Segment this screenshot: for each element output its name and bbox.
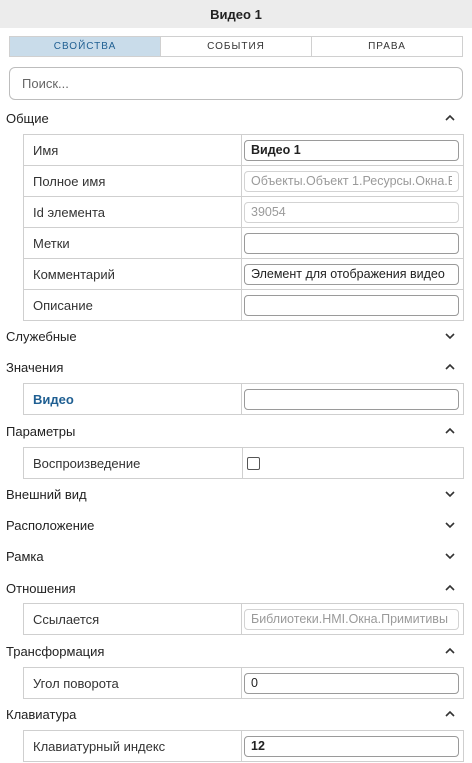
key-index-field[interactable] — [244, 735, 459, 757]
tab-rights[interactable]: ПРАВА — [312, 37, 462, 56]
search-input[interactable] — [9, 67, 463, 100]
section-parameters[interactable]: Параметры — [0, 419, 472, 443]
property-label: Id элемента — [24, 197, 242, 227]
element-id-field[interactable] — [244, 201, 459, 223]
comment-field[interactable] — [244, 263, 459, 285]
chevron-up-icon[interactable] — [444, 582, 456, 594]
property-row: Воспроизведение — [24, 448, 463, 479]
playback-checkbox[interactable] — [247, 456, 260, 470]
property-label: Описание — [24, 290, 242, 320]
property-row: Описание — [24, 290, 463, 321]
property-label: Ссылается — [24, 604, 242, 634]
panel-header: Видео 1 — [0, 0, 472, 28]
full-name-field[interactable] — [244, 170, 459, 192]
section-keyboard[interactable]: Клавиатура — [0, 702, 472, 726]
tab-bar: СВОЙСТВА СОБЫТИЯ ПРАВА — [9, 36, 463, 57]
section-placement[interactable]: Расположение — [0, 513, 472, 537]
chevron-up-icon[interactable] — [444, 425, 456, 437]
section-relations[interactable]: Отношения — [0, 576, 472, 600]
section-general[interactable]: Общие — [0, 106, 472, 130]
video-field[interactable] — [244, 388, 459, 410]
property-row: Полное имя — [24, 166, 463, 197]
properties-grid-relations: Ссылается — [23, 603, 464, 635]
property-label: Полное имя — [24, 166, 242, 196]
property-label: Клавиатурный индекс — [24, 731, 242, 761]
property-row: Видео — [24, 384, 463, 415]
tab-properties[interactable]: СВОЙСТВА — [10, 37, 161, 56]
property-label: Метки — [24, 228, 242, 258]
section-appearance[interactable]: Внешний вид — [0, 482, 472, 506]
property-label: Видео — [24, 384, 242, 414]
chevron-up-icon[interactable] — [444, 361, 456, 373]
property-label: Имя — [24, 135, 242, 165]
rotation-field[interactable] — [244, 672, 459, 694]
property-row: Имя — [24, 135, 463, 166]
section-service[interactable]: Служебные — [0, 324, 472, 348]
section-transform[interactable]: Трансформация — [0, 639, 472, 663]
chevron-up-icon[interactable] — [444, 112, 456, 124]
section-title: Параметры — [6, 423, 76, 439]
chevron-down-icon[interactable] — [444, 488, 456, 500]
tags-field[interactable] — [244, 232, 459, 254]
tab-events[interactable]: СОБЫТИЯ — [161, 37, 312, 56]
section-values[interactable]: Значения — [0, 355, 472, 379]
properties-grid-transform: Угол поворота — [23, 667, 464, 699]
chevron-down-icon[interactable] — [444, 550, 456, 562]
properties-grid-values: Видео — [23, 383, 464, 415]
section-title: Расположение — [6, 517, 95, 533]
property-row: Метки — [24, 228, 463, 259]
name-field[interactable] — [244, 139, 459, 161]
property-row: Клавиатурный индекс — [24, 731, 463, 762]
chevron-down-icon[interactable] — [444, 519, 456, 531]
properties-grid-keyboard: Клавиатурный индекс — [23, 730, 464, 762]
chevron-up-icon[interactable] — [444, 708, 456, 720]
section-title: Клавиатура — [6, 706, 77, 722]
panel-title: Видео 1 — [210, 6, 262, 22]
property-label: Воспроизведение — [24, 448, 243, 478]
section-frame[interactable]: Рамка — [0, 544, 472, 568]
section-title: Значения — [6, 359, 64, 375]
references-field[interactable] — [244, 608, 459, 630]
property-row: Ссылается — [24, 604, 463, 635]
section-title: Служебные — [6, 328, 77, 344]
section-title: Внешний вид — [6, 486, 87, 502]
section-title: Общие — [6, 110, 49, 126]
property-row: Угол поворота — [24, 668, 463, 699]
chevron-down-icon[interactable] — [444, 330, 456, 342]
properties-grid-general: Имя Полное имя Id элемента Метки Коммент… — [23, 134, 464, 321]
properties-grid-parameters: Воспроизведение — [23, 447, 464, 479]
section-title: Трансформация — [6, 643, 105, 659]
description-field[interactable] — [244, 294, 459, 316]
property-row: Id элемента — [24, 197, 463, 228]
chevron-up-icon[interactable] — [444, 645, 456, 657]
section-title: Отношения — [6, 580, 76, 596]
property-label: Комментарий — [24, 259, 242, 289]
property-label: Угол поворота — [24, 668, 242, 698]
property-row: Комментарий — [24, 259, 463, 290]
section-title: Рамка — [6, 548, 44, 564]
